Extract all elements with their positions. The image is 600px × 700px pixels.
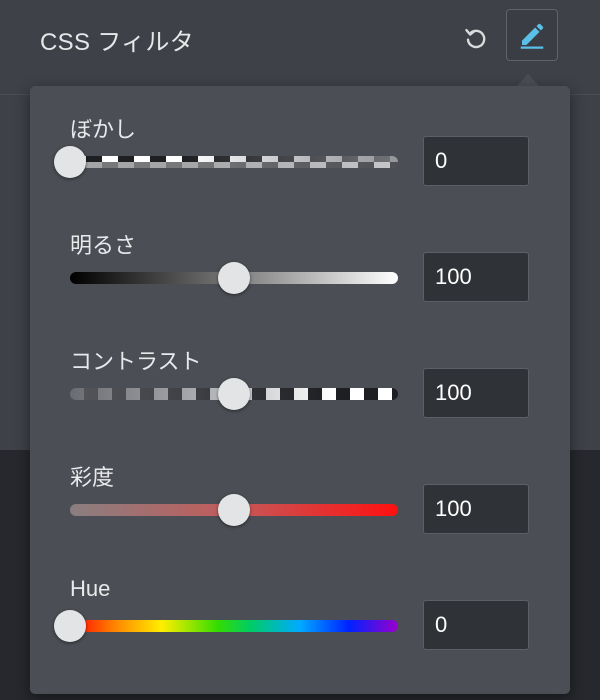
filter-row-brightness: 明るさ 100	[30, 228, 570, 328]
filter-row-contrast: コントラスト 100	[30, 344, 570, 444]
header-bar: CSS フィルタ	[0, 0, 600, 95]
filter-label-contrast: コントラスト	[70, 349, 202, 374]
edit-button[interactable]	[506, 9, 558, 61]
filter-label-brightness: 明るさ	[70, 233, 137, 258]
pencil-icon	[520, 23, 544, 49]
brightness-slider-thumb[interactable]	[218, 262, 250, 294]
blur-slider-thumb[interactable]	[54, 146, 86, 178]
filter-label-hue: Hue	[70, 576, 111, 601]
brightness-value-input[interactable]: 100	[423, 252, 529, 302]
page-title: CSS フィルタ	[40, 29, 194, 56]
saturation-value-input[interactable]: 100	[423, 484, 529, 534]
filter-row-blur: ぼかし 0	[30, 112, 570, 212]
hue-value-input[interactable]: 0	[423, 600, 529, 650]
blur-slider-track[interactable]	[70, 156, 398, 168]
reset-icon	[465, 29, 486, 49]
filter-row-hue: Hue 0	[30, 576, 570, 676]
blur-value-input[interactable]: 0	[423, 136, 529, 186]
filter-row-saturation: 彩度 100	[30, 460, 570, 560]
contrast-slider-thumb[interactable]	[218, 378, 250, 410]
filter-label-saturation: 彩度	[70, 465, 115, 490]
saturation-slider-thumb[interactable]	[218, 494, 250, 526]
filter-popover: ぼかし 0 明るさ 100 コントラスト 100 彩度 100 Hue 0	[30, 86, 570, 694]
hue-slider-track[interactable]	[70, 620, 398, 632]
contrast-value-input[interactable]: 100	[423, 368, 529, 418]
filter-label-blur: ぼかし	[70, 117, 137, 142]
hue-slider-thumb[interactable]	[54, 610, 86, 642]
reset-button[interactable]	[460, 22, 492, 54]
